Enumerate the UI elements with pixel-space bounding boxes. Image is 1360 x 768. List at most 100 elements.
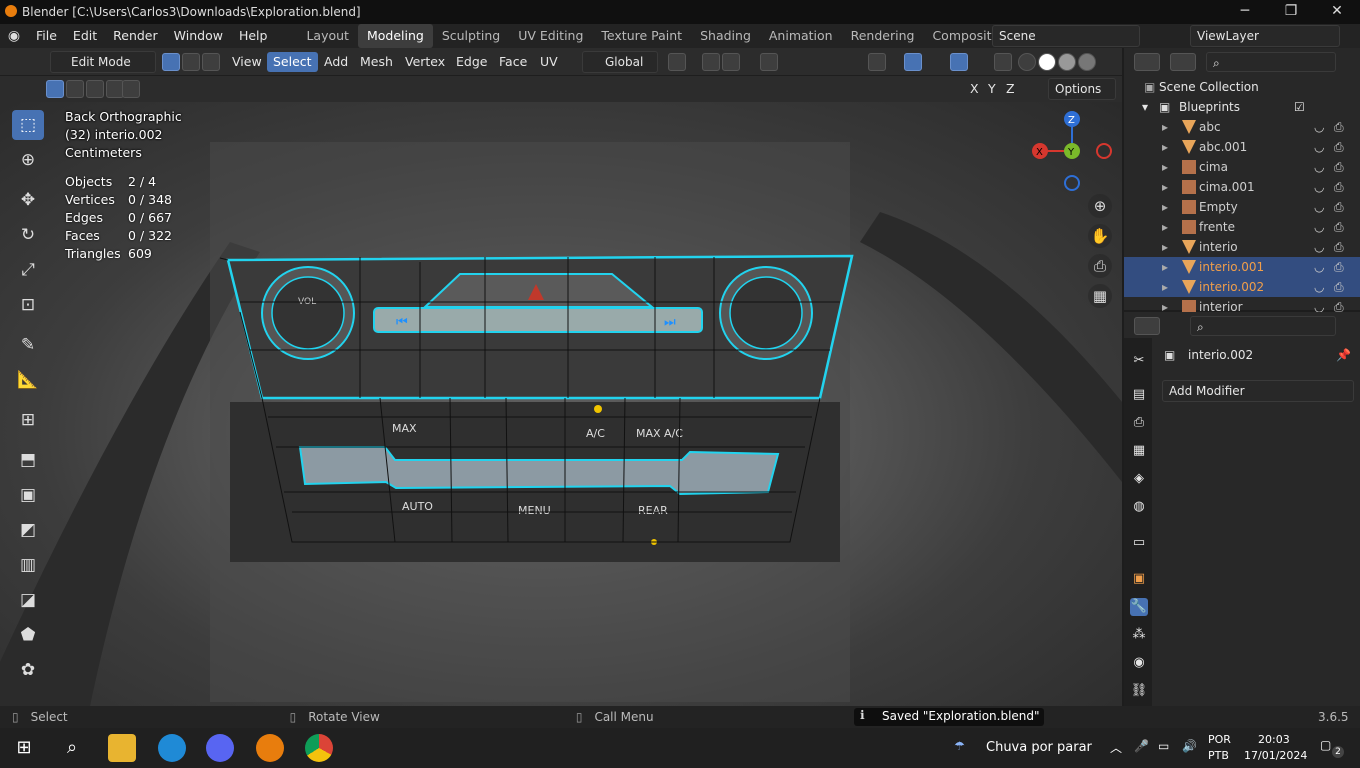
mode-selector[interactable]: Edit Mode bbox=[50, 51, 156, 73]
search-icon[interactable]: ⌕ bbox=[58, 734, 86, 762]
material-shading-icon[interactable] bbox=[1058, 53, 1076, 71]
properties-type-icon[interactable] bbox=[1134, 317, 1160, 335]
face-select-icon[interactable] bbox=[202, 53, 220, 71]
select-box-tool-icon[interactable]: ⬚ bbox=[12, 110, 44, 140]
options-dropdown[interactable]: Options bbox=[1048, 78, 1116, 100]
constraints-icon[interactable]: ⛓ bbox=[1130, 682, 1148, 700]
inset-tool-icon[interactable]: ▣ bbox=[12, 480, 44, 510]
particles-icon[interactable]: ⁂ bbox=[1130, 626, 1148, 644]
axis-y-toggle[interactable]: Y bbox=[982, 79, 1002, 99]
spin-tool-icon[interactable]: ✿ bbox=[12, 655, 44, 685]
render-camera-icon[interactable]: ⎙ bbox=[1334, 137, 1344, 157]
add-cube-tool-icon[interactable]: ⊞ bbox=[12, 405, 44, 435]
3d-viewport[interactable]: ⏮ ⏭ VOL MAX A/C MAX A/C AUTO MENU REAR B… bbox=[0, 102, 1122, 706]
blender-taskbar-icon[interactable] bbox=[256, 734, 284, 762]
edge-menu[interactable]: Edge bbox=[450, 52, 493, 72]
tab-sculpting[interactable]: Sculpting bbox=[433, 24, 509, 48]
outliner-row-interio-002[interactable]: ▸ interio.002 ◡ ⎙ bbox=[1124, 277, 1360, 297]
maximize-button[interactable]: ❐ bbox=[1268, 0, 1314, 24]
uv-menu[interactable]: UV bbox=[534, 52, 564, 72]
face-menu[interactable]: Face bbox=[493, 52, 533, 72]
loop-cut-tool-icon[interactable]: ▥ bbox=[12, 550, 44, 580]
overlay-toggle-icon[interactable] bbox=[950, 53, 968, 71]
outliner-row-empty[interactable]: ▸ Empty ◡ ⎙ bbox=[1124, 197, 1360, 217]
notification-icon[interactable]: ▢ bbox=[1320, 738, 1331, 752]
outliner-row-interio[interactable]: ▸ interio ◡ ⎙ bbox=[1124, 237, 1360, 257]
tab-texture-paint[interactable]: Texture Paint bbox=[592, 24, 691, 48]
rendered-shading-icon[interactable] bbox=[1078, 53, 1096, 71]
ortho-grid-icon[interactable]: ▦ bbox=[1088, 284, 1112, 308]
snap-icon[interactable] bbox=[702, 53, 720, 71]
select-box-extend-icon[interactable] bbox=[66, 80, 84, 98]
tab-uv-editing[interactable]: UV Editing bbox=[509, 24, 592, 48]
pivot-icon[interactable] bbox=[668, 53, 686, 71]
camera-view-icon[interactable]: ⎙ bbox=[1088, 254, 1112, 278]
render-camera-icon[interactable]: ⎙ bbox=[1334, 157, 1344, 177]
navigation-gizmo[interactable]: Z Y X bbox=[1028, 108, 1118, 198]
world-properties-icon[interactable]: ◍ bbox=[1130, 498, 1148, 516]
visibility-eye-icon[interactable]: ◡ bbox=[1314, 217, 1324, 237]
visibility-eye-icon[interactable]: ◡ bbox=[1314, 277, 1324, 297]
wireframe-shading-icon[interactable] bbox=[1018, 53, 1036, 71]
add-modifier-dropdown[interactable]: Add Modifier bbox=[1162, 380, 1354, 402]
visibility-eye-icon[interactable]: ◡ bbox=[1314, 257, 1324, 277]
menu-file[interactable]: File bbox=[28, 24, 65, 48]
expand-arrow-icon[interactable]: ▸ bbox=[1162, 197, 1168, 217]
tab-animation[interactable]: Animation bbox=[760, 24, 842, 48]
vertex-menu[interactable]: Vertex bbox=[399, 52, 451, 72]
visibility-eye-icon[interactable]: ◡ bbox=[1314, 157, 1324, 177]
outliner-row-cima-001[interactable]: ▸ cima.001 ◡ ⎙ bbox=[1124, 177, 1360, 197]
minimize-button[interactable]: ─ bbox=[1222, 0, 1268, 24]
outliner-row-interio-001[interactable]: ▸ interio.001 ◡ ⎙ bbox=[1124, 257, 1360, 277]
measure-tool-icon[interactable]: 📐 bbox=[12, 365, 44, 395]
scene-properties-icon[interactable]: ◈ bbox=[1130, 470, 1148, 488]
weather-text[interactable]: Chuva por parar bbox=[986, 740, 1092, 755]
viewlayer-selector[interactable]: ViewLayer bbox=[1190, 25, 1340, 47]
tool-settings-icon[interactable]: ✂ bbox=[1130, 352, 1148, 370]
pan-hand-icon[interactable]: ✋ bbox=[1088, 224, 1112, 248]
volume-icon[interactable]: 🔊 bbox=[1182, 739, 1197, 753]
tab-rendering[interactable]: Rendering bbox=[842, 24, 924, 48]
visibility-eye-icon[interactable]: ◡ bbox=[1314, 177, 1324, 197]
tab-shading[interactable]: Shading bbox=[691, 24, 760, 48]
menu-edit[interactable]: Edit bbox=[65, 24, 105, 48]
expand-arrow-icon[interactable]: ▸ bbox=[1162, 137, 1168, 157]
tab-layout[interactable]: Layout bbox=[297, 24, 358, 48]
render-camera-icon[interactable]: ⎙ bbox=[1334, 117, 1344, 137]
microphone-icon[interactable]: 🎤 bbox=[1134, 739, 1149, 753]
outliner-row-cima[interactable]: ▸ cima ◡ ⎙ bbox=[1124, 157, 1360, 177]
visibility-icon[interactable] bbox=[868, 53, 886, 71]
transform-tool-icon[interactable]: ⊡ bbox=[12, 290, 44, 320]
scene-selector[interactable]: Scene bbox=[992, 25, 1140, 47]
mesh-menu[interactable]: Mesh bbox=[354, 52, 399, 72]
menu-render[interactable]: Render bbox=[105, 24, 166, 48]
render-camera-icon[interactable]: ⎙ bbox=[1334, 257, 1344, 277]
output-properties-icon[interactable]: ⎙ bbox=[1130, 414, 1148, 432]
zoom-icon[interactable]: ⊕ bbox=[1088, 194, 1112, 218]
network-icon[interactable]: ▭ bbox=[1158, 739, 1169, 753]
menu-window[interactable]: Window bbox=[166, 24, 231, 48]
xray-icon[interactable] bbox=[994, 53, 1012, 71]
render-camera-icon[interactable]: ⎙ bbox=[1334, 197, 1344, 217]
render-camera-icon[interactable]: ⎙ bbox=[1334, 217, 1344, 237]
gizmo-toggle-icon[interactable] bbox=[904, 53, 922, 71]
poly-build-tool-icon[interactable]: ⬟ bbox=[12, 620, 44, 650]
file-explorer-icon[interactable] bbox=[108, 734, 136, 762]
pin-icon[interactable]: 📌 bbox=[1336, 348, 1351, 362]
collection-row[interactable]: ▾ ▣ Blueprints ☑ bbox=[1124, 97, 1360, 117]
edge-select-icon[interactable] bbox=[182, 53, 200, 71]
expand-arrow-icon[interactable]: ▸ bbox=[1162, 277, 1168, 297]
orientation-selector[interactable]: Global bbox=[582, 51, 658, 73]
visibility-eye-icon[interactable]: ◡ bbox=[1314, 197, 1324, 217]
physics-icon[interactable]: ◉ bbox=[1130, 654, 1148, 672]
rotate-tool-icon[interactable]: ↻ bbox=[12, 220, 44, 250]
object-properties-icon[interactable]: ▣ bbox=[1130, 570, 1148, 588]
expand-arrow-icon[interactable]: ▸ bbox=[1162, 177, 1168, 197]
bevel-tool-icon[interactable]: ◩ bbox=[12, 515, 44, 545]
close-button[interactable]: ✕ bbox=[1314, 0, 1360, 24]
menu-help[interactable]: Help bbox=[231, 24, 276, 48]
keyboard-layout[interactable]: PTB bbox=[1208, 749, 1229, 762]
tab-modeling[interactable]: Modeling bbox=[357, 24, 433, 48]
outliner-row-frente[interactable]: ▸ frente ◡ ⎙ bbox=[1124, 217, 1360, 237]
snap-target-icon[interactable] bbox=[722, 53, 740, 71]
